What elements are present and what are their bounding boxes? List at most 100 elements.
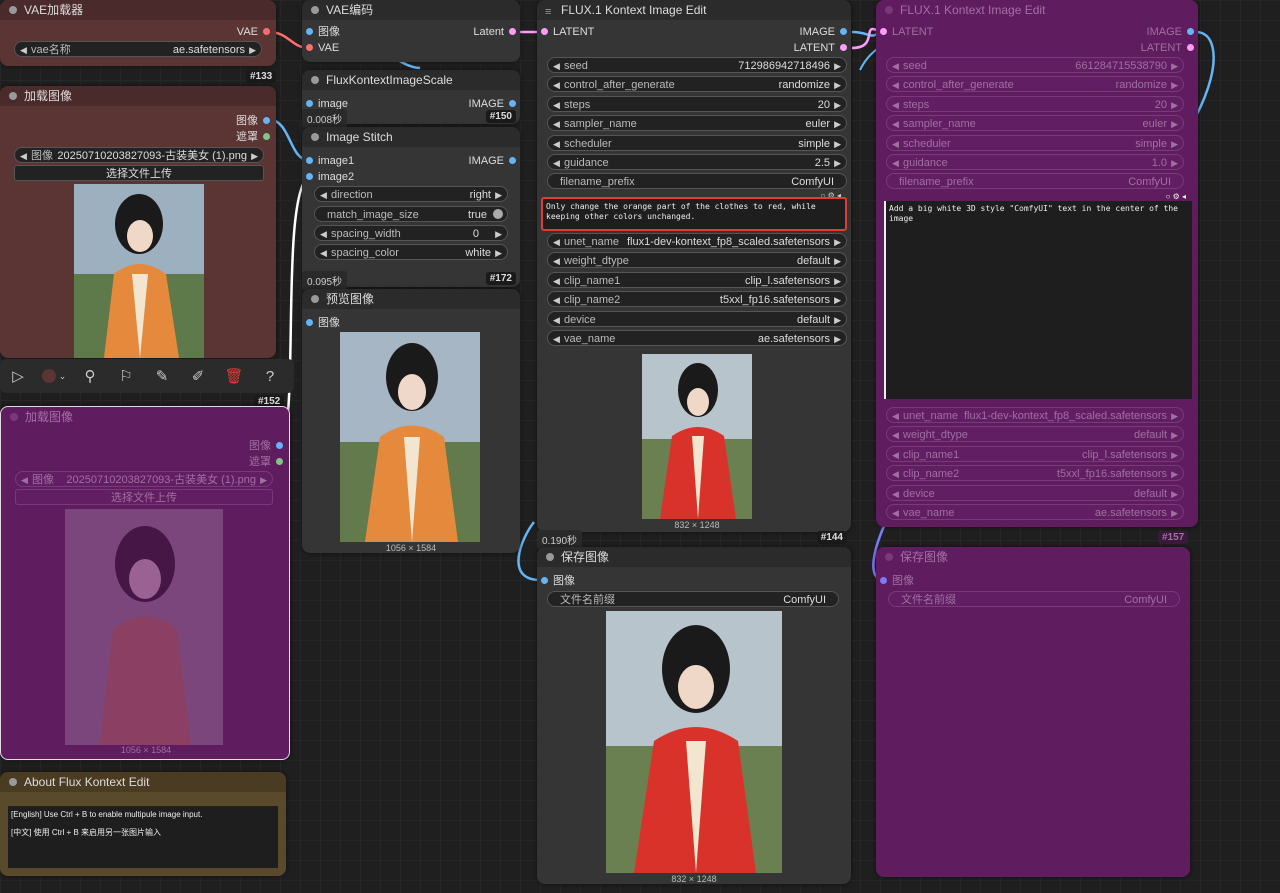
execution-time: 0.008秒: [302, 109, 348, 128]
pin-icon[interactable]: ⚐: [108, 359, 144, 393]
node-title: ≡ FLUX.1 Kontext Image Edit: [537, 0, 851, 20]
filename-prefix-field[interactable]: filename_prefix ComfyUI: [886, 173, 1184, 189]
image-input[interactable]: 图像: [541, 574, 575, 588]
about-note-text[interactable]: [English] Use Ctrl + B to enable multipu…: [8, 806, 278, 868]
image-output[interactable]: 图像: [236, 114, 270, 128]
color-picker-icon[interactable]: ⌄: [36, 359, 72, 393]
prompt-textarea[interactable]: Add a big white 3D style "ComfyUI" text …: [884, 201, 1192, 399]
loaded-image-preview: [65, 509, 223, 745]
flux-kontext-edit-node[interactable]: ≡ FLUX.1 Kontext Image Edit LATENT IMAGE …: [537, 0, 851, 549]
image-output[interactable]: IMAGE: [469, 154, 516, 168]
image1-input[interactable]: image1: [306, 154, 354, 168]
vae-output[interactable]: VAE: [237, 25, 270, 39]
about-line-chinese: [中文] 使用 Ctrl + B 来启用另一张图片输入: [11, 828, 162, 837]
weight-dtype-select[interactable]: ◀ weight_dtype default ▶: [547, 252, 847, 268]
node-id-badge: #150: [485, 110, 516, 123]
prompt-textarea[interactable]: Only change the orange part of the cloth…: [541, 197, 847, 231]
node-id-badge: #157: [1158, 531, 1189, 544]
toggle-knob-icon: [493, 209, 503, 219]
vae-encode-node[interactable]: VAE编码 图像 VAE Latent: [302, 0, 520, 62]
image-output[interactable]: 图像: [249, 439, 283, 453]
image-file-select[interactable]: ◀ 图像 20250710203827093-古装美女 (1).png ▶: [15, 471, 273, 487]
saved-image-preview: [606, 611, 782, 873]
image-output[interactable]: IMAGE: [1147, 25, 1194, 39]
vae-input[interactable]: VAE: [306, 41, 339, 55]
help-icon[interactable]: ?: [252, 359, 288, 393]
upload-button[interactable]: 选择文件上传: [14, 165, 264, 181]
unet-name-select[interactable]: ◀ unet_name flux1-dev-kontext_fp8_scaled.s…: [886, 407, 1184, 423]
match-image-size-toggle[interactable]: match_image_size true: [314, 206, 508, 222]
loaded-image-preview: [74, 184, 204, 358]
device-select[interactable]: ◀ device default ▶: [886, 485, 1184, 501]
pencil-icon[interactable]: ✐: [180, 359, 216, 393]
latent-input[interactable]: LATENT: [541, 25, 594, 39]
latent-output[interactable]: Latent: [473, 25, 516, 39]
steps-stepper[interactable]: ◀ steps 20 ▶: [886, 96, 1184, 112]
prompt-tool-icons[interactable]: ○ ⚙ ◂: [1166, 192, 1186, 201]
clip-name2-select[interactable]: ◀ clip_name2 t5xxl_fp16.safetensors ▶: [886, 465, 1184, 481]
scheduler-select[interactable]: ◀ scheduler simple ▶: [886, 135, 1184, 151]
latent-input[interactable]: LATENT: [880, 25, 933, 39]
sampler-name-select[interactable]: ◀ sampler_name euler ▶: [886, 115, 1184, 131]
seed-stepper[interactable]: ◀ seed 712986942718496 ▶: [547, 57, 847, 73]
scheduler-select[interactable]: ◀ scheduler simple ▶: [547, 135, 847, 151]
save-image-node[interactable]: 保存图像 图像 文件名前缀 ComfyUI 832 × 1248: [537, 547, 851, 884]
about-line-english: [English] Use Ctrl + B to enable multipu…: [11, 810, 203, 819]
image-output[interactable]: IMAGE: [800, 25, 847, 39]
control-after-generate-select[interactable]: ◀ control_after_generate randomize ▶: [547, 76, 847, 92]
image-size-caption: 1056 × 1584: [120, 745, 172, 755]
node-title: Image Stitch: [302, 127, 520, 147]
image-input[interactable]: 图像: [306, 316, 340, 330]
node-title: About Flux Kontext Edit: [0, 772, 286, 792]
latent-output[interactable]: LATENT: [1141, 41, 1194, 55]
filename-prefix-field[interactable]: filename_prefix ComfyUI: [547, 173, 847, 189]
image-file-select[interactable]: ◀ 图像 20250710203827093-古装美女 (1).png ▶: [14, 147, 264, 163]
clip-name2-select[interactable]: ◀ clip_name2 t5xxl_fp16.safetensors ▶: [547, 291, 847, 307]
edit-icon[interactable]: ✎: [144, 359, 180, 393]
vae-name-select[interactable]: ◀ vae_name ae.safetensors ▶: [886, 504, 1184, 520]
filename-prefix-field[interactable]: 文件名前缀 ComfyUI: [547, 591, 839, 607]
direction-select[interactable]: ◀ direction right ▶: [314, 186, 508, 202]
guidance-stepper[interactable]: ◀ guidance 1.0 ▶: [886, 154, 1184, 170]
image-input[interactable]: 图像: [306, 25, 340, 39]
save-image-bypassed-node[interactable]: 保存图像 图像 文件名前缀 ComfyUI: [876, 547, 1190, 877]
load-image-node[interactable]: 加载图像 图像 遮罩 ◀ 图像 20250710203827093-古装美女 (1)…: [0, 86, 276, 358]
node-title: 加载图像: [0, 86, 276, 106]
device-select[interactable]: ◀ device default ▶: [547, 311, 847, 327]
image-input[interactable]: 图像: [880, 574, 914, 588]
kontext-image-scale-node[interactable]: FluxKontextImageScale image IMAGE 0.008秒…: [302, 70, 520, 128]
flux-kontext-edit-bypassed-node[interactable]: FLUX.1 Kontext Image Edit LATENT IMAGE L…: [876, 0, 1198, 527]
image-stitch-node[interactable]: Image Stitch image1 image2 IMAGE ◀ direct…: [302, 127, 520, 290]
clip-name1-select[interactable]: ◀ clip_name1 clip_l.safetensors ▶: [547, 272, 847, 288]
seed-stepper[interactable]: ◀ seed 661284715538790 ▶: [886, 57, 1184, 73]
filename-prefix-field[interactable]: 文件名前缀 ComfyUI: [888, 591, 1180, 607]
vae-loader-node[interactable]: VAE加载器 VAE ◀ vae名称 ae.safetensors ▶: [0, 0, 276, 66]
delete-icon[interactable]: 🗑: [216, 359, 252, 393]
node-title: FLUX.1 Kontext Image Edit: [876, 0, 1198, 20]
spacing-color-select[interactable]: ◀ spacing_color white ▶: [314, 244, 508, 260]
image2-input[interactable]: image2: [306, 170, 354, 184]
unet-name-select[interactable]: ◀ unet_name flux1-dev-kontext_fp8_scaled.s…: [547, 233, 847, 249]
control-after-generate-select[interactable]: ◀ control_after_generate randomize ▶: [886, 76, 1184, 92]
sampler-name-select[interactable]: ◀ sampler_name euler ▶: [547, 115, 847, 131]
node-title: 保存图像: [876, 547, 1190, 567]
play-icon[interactable]: ▷: [0, 359, 36, 393]
selection-toolbar[interactable]: ▷ ⌄ ⚲ ⚐ ✎ ✐ 🗑 ?: [0, 359, 294, 393]
spacing-width-stepper[interactable]: ◀ spacing_width 0 ▶: [314, 225, 508, 241]
guidance-stepper[interactable]: ◀ guidance 2.5 ▶: [547, 154, 847, 170]
vae-name-select[interactable]: ◀ vae_name ae.safetensors ▶: [547, 330, 847, 346]
weight-dtype-select[interactable]: ◀ weight_dtype default ▶: [886, 426, 1184, 442]
load-image-bypassed-node[interactable]: 加载图像 图像 遮罩 ◀ 图像 20250710203827093-古装美女 (1)…: [0, 406, 290, 760]
mask-output[interactable]: 遮罩: [249, 455, 283, 469]
vae-name-select[interactable]: ◀ vae名称 ae.safetensors ▶: [14, 41, 262, 57]
mask-output[interactable]: 遮罩: [236, 130, 270, 144]
preview-image-node[interactable]: 预览图像 图像 1056 × 1584: [302, 289, 520, 553]
latent-output[interactable]: LATENT: [794, 41, 847, 55]
steps-stepper[interactable]: ◀ steps 20 ▶: [547, 96, 847, 112]
image-output[interactable]: IMAGE: [469, 97, 516, 111]
clip-name1-select[interactable]: ◀ clip_name1 clip_l.safetensors ▶: [886, 446, 1184, 462]
about-note-node[interactable]: About Flux Kontext Edit [English] Use Ct…: [0, 772, 286, 876]
result-image-preview: [642, 354, 752, 519]
bypass-icon[interactable]: ⚲: [72, 359, 108, 393]
upload-button[interactable]: 选择文件上传: [15, 489, 273, 505]
